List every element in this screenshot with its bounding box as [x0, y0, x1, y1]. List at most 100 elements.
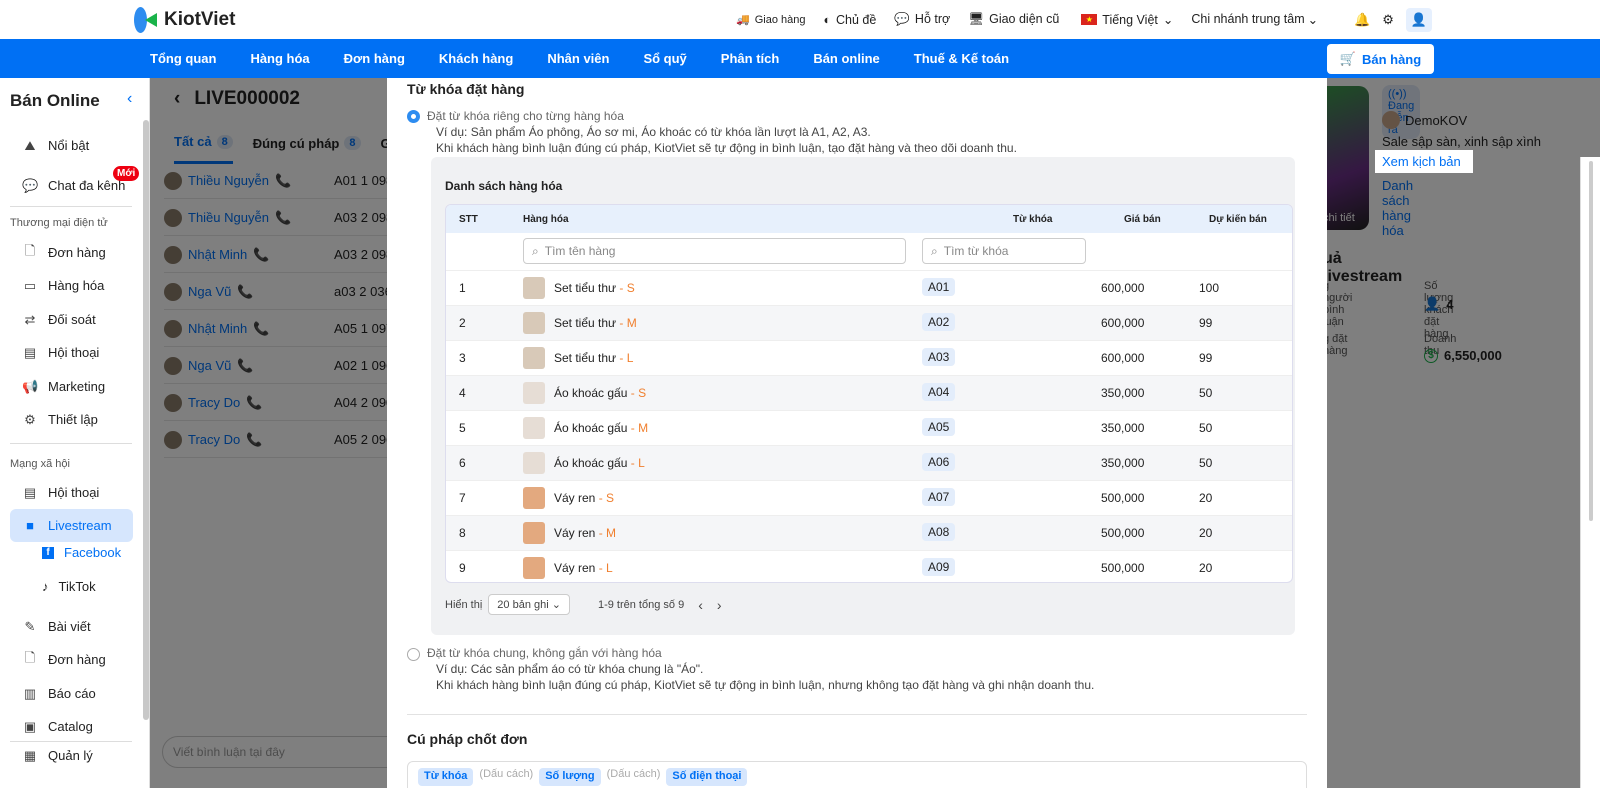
page-size-select[interactable]: 20 bản ghi ⌄: [488, 594, 570, 615]
sidebar-item-orders-social[interactable]: 🗋 Đơn hàng: [10, 643, 133, 676]
sidebar-item-reports[interactable]: ▥ Báo cáo: [10, 677, 133, 710]
keyword-tag[interactable]: A04: [922, 383, 956, 401]
chevron-down-icon: ⌄: [1162, 13, 1174, 27]
nav-overview[interactable]: Tổng quan: [150, 51, 216, 66]
divider: [407, 714, 1307, 715]
sidebar-item-livestream[interactable]: ■ Livestream: [10, 509, 133, 542]
view-script-link[interactable]: Xem kịch bản: [1375, 150, 1473, 173]
sidebar-item-social-conversations[interactable]: ▤ Hội thoại: [10, 476, 133, 509]
reconcile-icon: ⇄: [24, 311, 36, 327]
nav-products[interactable]: Hàng hóa: [250, 51, 309, 66]
nav-online-sales[interactable]: Bán online: [813, 51, 879, 66]
expected-qty: 100: [1199, 281, 1220, 295]
collapse-sidebar-icon[interactable]: ‹: [127, 90, 132, 108]
message-icon: ▤: [23, 484, 37, 500]
section-social: Mạng xã hội: [10, 458, 70, 470]
sidebar-item-manage[interactable]: ▦ Quản lý: [10, 739, 133, 772]
theme-link[interactable]: ◐ Chủ đề: [823, 13, 876, 27]
modal-scrollbar[interactable]: [1580, 157, 1600, 788]
sidebar-item-reconcile[interactable]: ⇄ Đối soát: [10, 303, 133, 336]
sidebar-item-posts[interactable]: ✎ Bài viết: [10, 610, 133, 643]
keyword-search-input[interactable]: ⌕ Tìm từ khóa: [922, 238, 1086, 264]
user-avatar[interactable]: 👤: [1405, 8, 1432, 32]
sidebar-item-products[interactable]: ▭ Hàng hóa: [10, 269, 133, 302]
expected-qty: 20: [1199, 526, 1213, 540]
nav-orders[interactable]: Đơn hàng: [344, 51, 405, 66]
radio-per-product-keyword[interactable]: [407, 110, 420, 123]
bar-chart-icon: ▥: [23, 685, 37, 701]
sidebar-item-orders[interactable]: 🗋 Đơn hàng: [10, 236, 133, 269]
modal-heading: Từ khóa đặt hàng: [407, 81, 525, 97]
top-bar: KiotViet 🚚 Giao hàng ◐ Chủ đề 💬 Hỗ trợ 🖥 Gia…: [0, 0, 1600, 39]
product-thumbnail: [523, 312, 545, 334]
row-index: 1: [459, 281, 466, 295]
syntax-builder[interactable]: Từ khóa (Dấu cách) Số lượng (Dấu cách) S…: [407, 761, 1307, 788]
table-row: 8 Váy ren - M A08 500,000 20: [446, 515, 1292, 550]
keyword-tag[interactable]: A01: [922, 278, 956, 296]
keyword-tag[interactable]: A05: [922, 418, 956, 436]
product-table: STT Hàng hóa Từ khóa Giá bán Dự kiến bán…: [445, 204, 1293, 583]
keyword-tag[interactable]: A03: [922, 348, 956, 366]
main-nav: Tổng quan Hàng hóa Đơn hàng Khách hàng N…: [0, 39, 1600, 78]
sell-button[interactable]: 🛒 Bán hàng: [1327, 44, 1434, 74]
sidebar-item-tiktok[interactable]: ♪ TikTok: [42, 579, 96, 594]
kiotviet-logo[interactable]: KiotViet: [134, 7, 235, 33]
nav-analytics[interactable]: Phân tích: [721, 51, 780, 66]
sidebar-item-conversations[interactable]: ▤ Hội thoại: [10, 336, 133, 369]
keyword-tag[interactable]: A09: [922, 558, 956, 576]
old-ui-link[interactable]: 🖥 Giao diện cũ: [968, 12, 1059, 27]
sidebar-item-marketing[interactable]: 📢 Marketing: [10, 370, 133, 403]
option-example: Ví dụ: Sản phẩm Áo phông, Áo sơ mi, Áo k…: [436, 125, 871, 139]
sidebar-title: Bán Online: [10, 91, 100, 110]
prev-page-icon[interactable]: ‹: [698, 597, 703, 613]
product-list-panel: Danh sách hàng hóa STT Hàng hóa Từ khóa …: [431, 157, 1295, 635]
keyword-tag[interactable]: A07: [922, 488, 956, 506]
price: 600,000: [1101, 351, 1145, 365]
product-search-input[interactable]: ⌕ Tìm tên hàng: [523, 238, 906, 264]
sidebar-scrollbar[interactable]: [143, 120, 149, 720]
box-icon: ▭: [23, 277, 37, 293]
gear-icon[interactable]: ⚙: [1382, 12, 1394, 28]
keyword-tag[interactable]: A08: [922, 523, 956, 541]
keyword-tag[interactable]: A02: [922, 313, 956, 331]
facebook-icon: f: [42, 546, 54, 559]
chevron-down-icon: ⌄: [1307, 13, 1319, 27]
nav-cashbook[interactable]: Sổ quỹ: [643, 51, 686, 66]
edit-icon: ✎: [24, 618, 36, 634]
sidebar-item-facebook[interactable]: f Facebook: [42, 545, 121, 560]
nav-customers[interactable]: Khách hàng: [439, 51, 513, 66]
table-row: 7 Váy ren - S A07 500,000 20: [446, 480, 1292, 515]
language-select[interactable]: ★ Tiếng Việt ⌄: [1081, 12, 1173, 27]
sidebar-item-settings[interactable]: ⚙ Thiết lập: [10, 403, 133, 436]
price: 350,000: [1101, 421, 1145, 435]
sell-button-label: Bán hàng: [1361, 51, 1422, 67]
table-row: 2 Set tiểu thư - M A02 600,000 99: [446, 305, 1292, 340]
support-link[interactable]: 💬 Hỗ trợ: [894, 12, 950, 27]
sidebar-item-highlights[interactable]: ⛰ Nổi bật: [10, 129, 133, 162]
nav-tax[interactable]: Thuế & Kế toán: [914, 51, 1009, 66]
manage-icon: ▦: [23, 747, 37, 763]
branch-select[interactable]: Chi nhánh trung tâm ⌄: [1191, 12, 1318, 27]
product-name: Váy ren - S: [554, 491, 615, 505]
logo-mark-icon: [134, 7, 158, 33]
table-row: 9 Váy ren - L A09 500,000 20: [446, 550, 1292, 582]
bell-icon[interactable]: 🔔: [1354, 12, 1370, 28]
chat-icon: 💬: [22, 177, 39, 193]
price: 350,000: [1101, 456, 1145, 470]
product-name: Áo khoác gấu - S: [554, 386, 647, 400]
product-name: Áo khoác gấu - M: [554, 421, 649, 435]
search-icon: ⌕: [532, 243, 539, 258]
product-name: Áo khoác gấu - L: [554, 456, 645, 470]
keyword-tag[interactable]: A06: [922, 453, 956, 471]
delivery-link[interactable]: 🚚 Giao hàng: [736, 13, 805, 27]
product-list-title: Danh sách hàng hóa: [445, 179, 563, 193]
expected-qty: 20: [1199, 561, 1213, 575]
table-row: 3 Set tiểu thư - L A03 600,000 99: [446, 340, 1292, 375]
chat-icon: 💬: [894, 12, 910, 26]
nav-staff[interactable]: Nhân viên: [547, 51, 609, 66]
new-badge: Mới: [113, 166, 140, 181]
radio-shared-keyword[interactable]: [407, 648, 420, 661]
next-page-icon[interactable]: ›: [717, 597, 722, 613]
table-row: 6 Áo khoác gấu - L A06 350,000 50: [446, 445, 1292, 480]
option-label: Đặt từ khóa chung, không gắn với hàng hó…: [427, 646, 662, 660]
